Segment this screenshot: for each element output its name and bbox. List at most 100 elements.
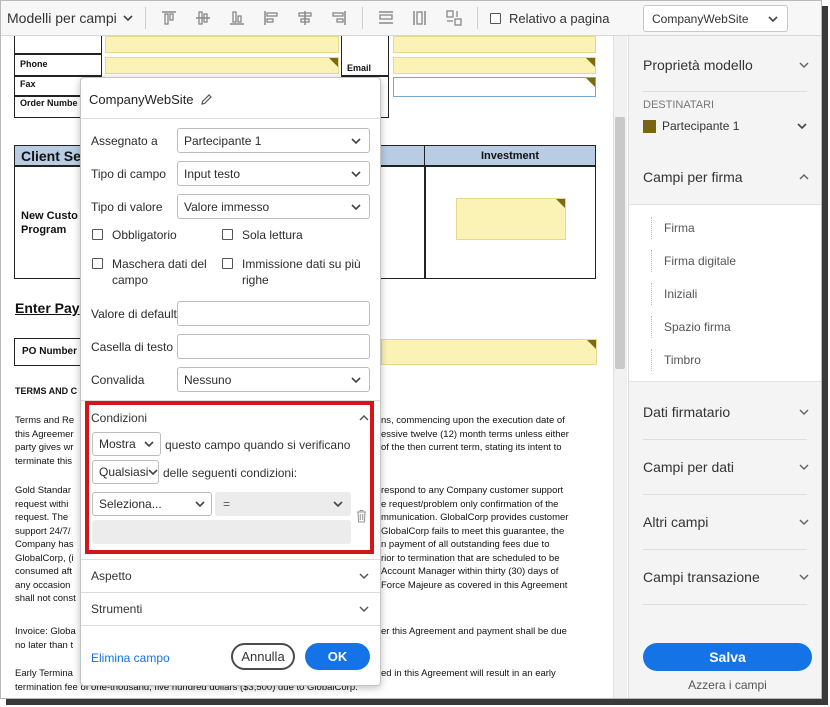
assigned-to-select[interactable]: Partecipante 1 bbox=[177, 128, 370, 153]
template-properties-section[interactable]: Proprietà modello bbox=[629, 55, 809, 75]
same-height-icon[interactable] bbox=[408, 6, 432, 30]
chevron-down-icon bbox=[799, 62, 809, 69]
form-field[interactable] bbox=[393, 36, 596, 53]
template-select[interactable]: CompanyWebSite bbox=[643, 5, 788, 32]
divider bbox=[643, 91, 807, 92]
form-field[interactable] bbox=[393, 57, 596, 74]
validation-select[interactable]: Nessuno bbox=[177, 367, 370, 392]
cancel-button[interactable]: Annulla bbox=[231, 643, 295, 670]
signature-fields-section[interactable]: Campi per firma bbox=[629, 167, 809, 187]
other-fields-section[interactable]: Altri campi bbox=[629, 512, 809, 532]
divider bbox=[643, 439, 807, 440]
tooltip-input[interactable] bbox=[177, 334, 370, 359]
invoice-text-right: er this Agreement and payment shall be d… bbox=[381, 626, 567, 637]
signature-fields-title: Campi per firma bbox=[643, 169, 743, 185]
appearance-section-header[interactable]: Aspetto bbox=[91, 568, 369, 584]
edit-pencil-icon[interactable] bbox=[200, 93, 213, 106]
assigned-to-value: Partecipante 1 bbox=[184, 133, 262, 148]
form-field[interactable] bbox=[381, 339, 597, 365]
early-termination-text-right: ed in this Agreement will result in an e… bbox=[381, 668, 556, 679]
field-properties-dialog: CompanyWebSite Assegnato a Partecipante … bbox=[80, 77, 381, 686]
early-termination-text-left: Early Termina bbox=[15, 668, 73, 679]
field-type-select[interactable]: Input testo bbox=[177, 161, 370, 186]
field-mask-label: Maschera dati del campo bbox=[112, 257, 207, 287]
terms-text-right: ns, commencing upon the execution date o… bbox=[381, 415, 569, 453]
align-middle-icon[interactable] bbox=[191, 6, 215, 30]
read-only-checkbox[interactable]: Sola lettura bbox=[222, 227, 303, 243]
recipient-select[interactable]: Partecipante 1 bbox=[643, 119, 807, 133]
dialog-title: CompanyWebSite bbox=[89, 92, 213, 107]
field-initials[interactable]: Iniziali bbox=[651, 283, 697, 305]
chevron-down-icon bbox=[797, 123, 807, 130]
value-type-select[interactable]: Valore immesso bbox=[177, 194, 370, 219]
document-scrollbar-thumb[interactable] bbox=[615, 117, 625, 369]
form-field[interactable] bbox=[105, 36, 339, 53]
transaction-fields-section[interactable]: Campi transazione bbox=[629, 567, 809, 587]
delete-field-link[interactable]: Elimina campo bbox=[91, 651, 170, 665]
form-field[interactable] bbox=[105, 57, 339, 74]
multiline-checkbox[interactable]: Immissione dati su più righe bbox=[222, 256, 362, 288]
order-number-label: Order Numbe bbox=[20, 98, 78, 108]
field-digital-signature[interactable]: Firma digitale bbox=[651, 250, 736, 272]
same-width-icon[interactable] bbox=[374, 6, 398, 30]
terms-heading: TERMS AND C bbox=[15, 386, 78, 396]
checkbox-box[interactable] bbox=[490, 12, 501, 24]
divider bbox=[643, 604, 807, 605]
align-left-icon[interactable] bbox=[259, 6, 283, 30]
chevron-down-icon bbox=[351, 137, 361, 144]
multiline-label: Immissione dati su più righe bbox=[242, 257, 361, 287]
divider bbox=[643, 494, 807, 495]
tooltip-label: Casella di testo bbox=[91, 340, 174, 354]
recipient-color-swatch bbox=[643, 119, 656, 133]
checkbox-box[interactable] bbox=[92, 229, 103, 240]
terms-text-left: Terms and Re this Agreemer party gives w… bbox=[15, 415, 75, 467]
chevron-down-icon bbox=[799, 574, 809, 581]
save-button[interactable]: Salva bbox=[643, 643, 812, 671]
required-checkbox[interactable]: Obbligatorio bbox=[92, 227, 177, 243]
chevron-down-icon bbox=[359, 606, 369, 613]
field-signature-block[interactable]: Spazio firma bbox=[651, 316, 731, 338]
value-type-value: Valore immesso bbox=[184, 199, 270, 214]
chevron-up-icon bbox=[799, 173, 809, 180]
field-stamp[interactable]: Timbro bbox=[651, 349, 701, 371]
data-fields-section[interactable]: Campi per dati bbox=[629, 457, 809, 477]
field-mask-checkbox[interactable]: Maschera dati del campo bbox=[92, 256, 210, 288]
reset-fields-link[interactable]: Azzera i campi bbox=[643, 678, 812, 692]
relative-to-page-checkbox[interactable]: Relativo a pagina bbox=[490, 11, 609, 26]
checkbox-box[interactable] bbox=[222, 258, 233, 269]
align-right-icon[interactable] bbox=[327, 6, 351, 30]
recipients-title: DESTINATARI bbox=[643, 99, 715, 111]
tools-title: Strumenti bbox=[91, 602, 143, 616]
signature-fields-list: Firma Firma digitale Iniziali Spazio fir… bbox=[629, 204, 821, 382]
checkbox-box[interactable] bbox=[92, 258, 103, 269]
chevron-down-icon bbox=[799, 409, 809, 416]
chevron-down-icon bbox=[351, 203, 361, 210]
field-type-value: Input testo bbox=[184, 166, 241, 181]
transaction-fields-title: Campi transazione bbox=[643, 569, 760, 585]
toolbar: Modelli per campi Relativo a pagina Comp… bbox=[1, 1, 821, 36]
required-label: Obbligatorio bbox=[112, 228, 177, 242]
new-customer-label: New Custo bbox=[21, 210, 78, 222]
form-field[interactable] bbox=[456, 198, 566, 240]
ok-button[interactable]: OK bbox=[305, 643, 370, 670]
same-size-icon[interactable] bbox=[442, 6, 466, 30]
default-value-input[interactable] bbox=[177, 301, 370, 326]
field-signature[interactable]: Firma bbox=[651, 217, 695, 239]
tools-section-header[interactable]: Strumenti bbox=[91, 601, 369, 617]
invoice-text-left: Invoice: Globa no later than t bbox=[15, 626, 76, 651]
selected-form-field[interactable] bbox=[393, 77, 596, 97]
email-label: Email bbox=[347, 63, 372, 73]
align-bottom-icon[interactable] bbox=[225, 6, 249, 30]
chevron-down-icon bbox=[799, 464, 809, 471]
right-panel: Proprietà modello DESTINATARI Partecipan… bbox=[628, 36, 821, 698]
field-name: CompanyWebSite bbox=[89, 92, 194, 107]
templates-menu[interactable]: Modelli per campi bbox=[1, 10, 139, 26]
checkbox-box[interactable] bbox=[222, 229, 233, 240]
align-center-icon[interactable] bbox=[293, 6, 317, 30]
align-top-icon[interactable] bbox=[157, 6, 181, 30]
relative-to-page-label: Relativo a pagina bbox=[509, 10, 610, 26]
chevron-down-icon bbox=[351, 376, 361, 383]
po-number-label: PO Number bbox=[22, 346, 78, 357]
recipient-name: Partecipante 1 bbox=[662, 119, 740, 133]
signer-data-section[interactable]: Dati firmatario bbox=[629, 402, 809, 422]
